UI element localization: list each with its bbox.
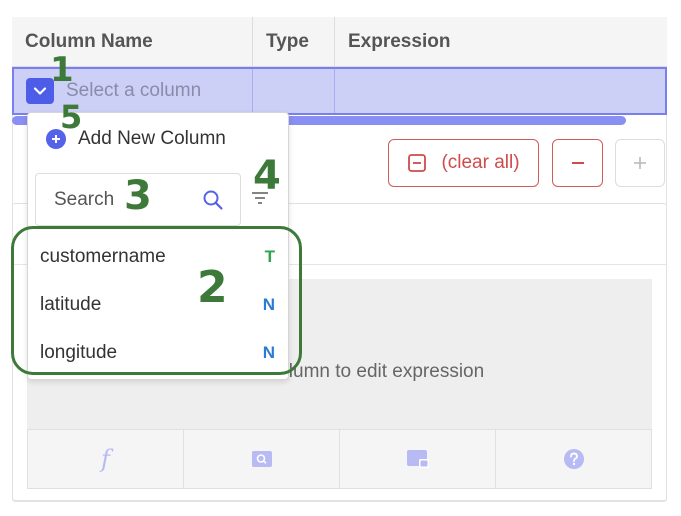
annotation-outline	[11, 226, 302, 375]
image-card-icon	[406, 450, 429, 468]
table-header: Column Name Type Expression	[12, 17, 667, 67]
help-icon	[563, 449, 584, 469]
expression-cell[interactable]	[335, 69, 665, 113]
minus-icon	[571, 162, 584, 164]
plus-icon	[634, 157, 646, 169]
search-icon[interactable]	[202, 189, 224, 211]
remove-row-button[interactable]	[552, 139, 603, 187]
annotation-number-4: 4	[253, 153, 281, 199]
add-row-button[interactable]	[615, 139, 665, 187]
annotation-number-5: 5	[60, 98, 83, 136]
chevron-down-icon	[33, 87, 47, 95]
type-cell[interactable]	[253, 69, 335, 113]
minus-square-icon	[408, 154, 427, 172]
add-new-column-label: Add New Column	[78, 128, 226, 149]
search-tool-button[interactable]	[184, 430, 340, 488]
clear-all-button[interactable]: (clear all)	[388, 139, 539, 187]
expression-toolbar: f	[27, 429, 652, 489]
annotation-number-2: 2	[197, 262, 228, 313]
help-tool-button[interactable]	[496, 430, 651, 488]
function-icon: f	[101, 445, 110, 473]
search-placeholder: Search	[54, 188, 115, 210]
header-column-name[interactable]: Column Name	[12, 17, 253, 66]
table-row[interactable]: Select a column	[12, 67, 667, 115]
header-type[interactable]: Type	[253, 17, 335, 66]
card-tool-button[interactable]	[340, 430, 496, 488]
search-box-icon	[251, 451, 272, 467]
column-select-placeholder: Select a column	[66, 80, 202, 101]
annotation-number-1: 1	[50, 50, 74, 90]
header-expression[interactable]: Expression	[335, 17, 667, 66]
annotation-number-3: 3	[124, 173, 152, 219]
function-tool-button[interactable]: f	[28, 430, 184, 488]
clear-all-label: (clear all)	[441, 152, 520, 173]
